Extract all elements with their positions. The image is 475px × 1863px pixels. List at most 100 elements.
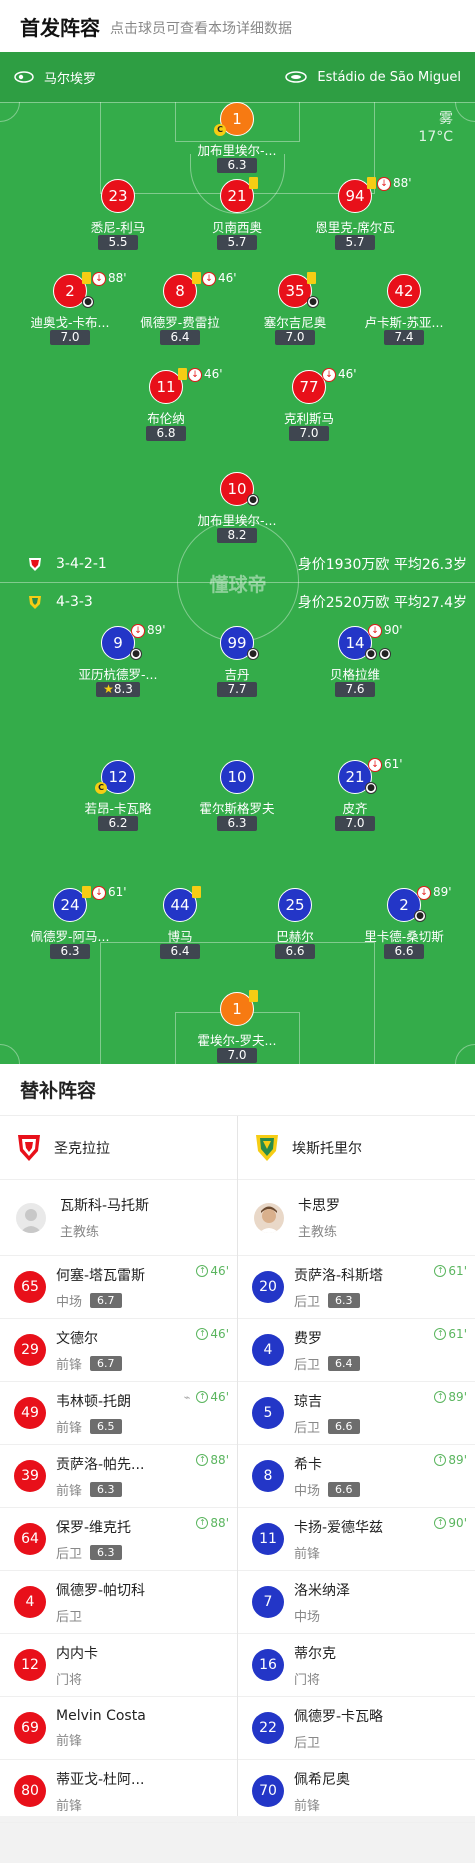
player-rating: 7.0 bbox=[335, 816, 375, 831]
away-player[interactable]: 1 霍埃尔-罗夫... 7.0 bbox=[177, 990, 297, 1064]
player-name: 博马 bbox=[167, 929, 193, 944]
home-player[interactable]: 2 ↓ 88' ● 迪奥戈-卡布... 7.0 bbox=[10, 271, 130, 348]
away-crest-icon bbox=[256, 1134, 278, 1161]
match-info-bar: 马尔埃罗 Estádio de São Miguel bbox=[0, 52, 475, 102]
sub-in-icon: ↑ bbox=[196, 1328, 209, 1340]
away-player[interactable]: 9 ↓ 89' ● 亚历杭德罗-... ★8.3 bbox=[58, 623, 178, 700]
sub-player-row[interactable]: 7 洛米纳泽 中场 bbox=[238, 1571, 475, 1634]
home-player[interactable]: 23 悉尼-利马 5.5 bbox=[58, 179, 178, 253]
sub-player-row[interactable]: 20 贡萨洛-科斯塔 后卫 6.3 ↑ 61' bbox=[238, 1256, 475, 1319]
pitch: 马尔埃罗 Estádio de São Miguel 雾 17°C 懂球帝 3-… bbox=[0, 52, 475, 1064]
away-formation-row: 4-3-3 身价2520万欧 平均27.4岁 bbox=[0, 590, 475, 614]
away-player[interactable]: 24 ↓ 61' 佩德罗-阿马... 6.3 bbox=[10, 885, 130, 962]
weather-condition: 雾 bbox=[439, 111, 453, 127]
sub-player-row[interactable]: 5 琼吉 后卫 6.6 ↑ 89' bbox=[238, 1382, 475, 1445]
sub-player-row[interactable]: 39 贡萨洛-帕先... 前锋 6.3 ↑ 88' bbox=[0, 1445, 237, 1508]
sub-player-row[interactable]: 70 佩希尼奥 前锋 bbox=[238, 1760, 475, 1823]
player-position: 中场 bbox=[56, 1294, 83, 1310]
home-player[interactable]: 94 ↓ 88' 恩里克-席尔瓦 5.7 bbox=[295, 176, 415, 253]
sub-in-info: ↑ 61' bbox=[434, 1264, 467, 1278]
player-rating: 6.6 bbox=[275, 944, 315, 959]
player-rating: 5.7 bbox=[217, 235, 257, 250]
player-name: 迪奥戈-卡布... bbox=[30, 315, 110, 330]
player-number: 25 bbox=[278, 888, 312, 922]
away-squad-value: 身价2520万欧 平均27.4岁 bbox=[297, 595, 467, 611]
player-position: 前锋 bbox=[56, 1798, 83, 1814]
home-player[interactable]: 77 ↓ 46' 克利斯马 7.0 bbox=[249, 367, 369, 444]
sub-in-minute: 46' bbox=[210, 1390, 229, 1404]
player-position: 后卫 bbox=[294, 1357, 321, 1373]
sub-player-row[interactable]: 4 费罗 后卫 6.4 ↑ 61' bbox=[238, 1319, 475, 1382]
away-player[interactable]: 21 ↓ 61' ● 皮齐 7.0 bbox=[295, 757, 415, 834]
sub-player-row[interactable]: 29 文德尔 前锋 6.7 ↑ 46' bbox=[0, 1319, 237, 1382]
away-player[interactable]: 10 霍尔斯格罗夫 6.3 bbox=[177, 760, 297, 834]
home-player[interactable]: 35 ● 塞尔吉尼奥 7.0 bbox=[235, 272, 355, 348]
sub-player-row[interactable]: 12 内内卡 门将 bbox=[0, 1634, 237, 1697]
sub-in-info: ⌁ ↑ 46' bbox=[184, 1390, 229, 1404]
venue-name: Estádio de São Miguel bbox=[317, 69, 461, 85]
player-name: 卢卡斯-苏亚... bbox=[364, 315, 444, 330]
sub-player-row[interactable]: 4 佩德罗-帕切科 后卫 bbox=[0, 1571, 237, 1634]
sub-player-row[interactable]: 16 蒂尔克 门将 bbox=[238, 1634, 475, 1697]
yellow-card-icon bbox=[249, 990, 258, 1002]
sub-player-row[interactable]: 64 保罗-维克托 后卫 6.3 ↑ 88' bbox=[0, 1508, 237, 1571]
sub-player-row[interactable]: 65 何塞-塔瓦雷斯 中场 6.7 ↑ 46' bbox=[0, 1256, 237, 1319]
corner-arc-bl bbox=[0, 1044, 20, 1064]
sub-player-row[interactable]: 80 蒂亚戈-杜阿... 前锋 bbox=[0, 1760, 237, 1823]
player-name: 里卡德-桑切斯 bbox=[364, 929, 444, 944]
away-player[interactable]: 25 巴赫尔 6.6 bbox=[235, 888, 355, 962]
home-player[interactable]: 8 ↓ 46' 佩德罗-费雷拉 6.4 bbox=[120, 271, 240, 348]
player-name: 贡萨洛-帕先... bbox=[56, 1456, 145, 1473]
star-icon: ★ bbox=[103, 682, 114, 696]
player-name: 贝南西奥 bbox=[211, 220, 262, 235]
captain-icon: C bbox=[214, 124, 226, 136]
player-rating: 6.3 bbox=[90, 1544, 122, 1560]
sub-in-minute: 90' bbox=[448, 1516, 467, 1530]
away-player[interactable]: 44 博马 6.4 bbox=[120, 886, 240, 962]
home-team-row[interactable]: 圣克拉拉 bbox=[0, 1116, 237, 1180]
sub-in-info: ↑ 61' bbox=[434, 1327, 467, 1341]
player-name: 佩德罗-卡瓦略 bbox=[294, 1708, 384, 1725]
player-rating: 6.3 bbox=[217, 158, 257, 173]
home-player[interactable]: 42 卢卡斯-苏亚... 7.4 bbox=[344, 274, 464, 348]
player-name: 蒂尔克 bbox=[294, 1645, 336, 1662]
player-name: 佩德罗-帕切科 bbox=[56, 1582, 146, 1599]
home-player[interactable]: 11 ↓ 46' 布伦纳 6.8 bbox=[106, 367, 226, 444]
player-rating: 6.7 bbox=[90, 1292, 122, 1308]
sub-player-row[interactable]: 69 Melvin Costa 前锋 bbox=[0, 1697, 237, 1760]
sub-in-info: ↑ 46' bbox=[196, 1264, 229, 1278]
player-rating: 8.2 bbox=[217, 528, 257, 543]
sub-in-minute: 89' bbox=[448, 1390, 467, 1404]
sub-player-row[interactable]: 11 卡扬-爱德华兹 前锋 ↑ 90' bbox=[238, 1508, 475, 1571]
player-name: 佩希尼奥 bbox=[294, 1771, 350, 1788]
player-position: 后卫 bbox=[294, 1420, 321, 1436]
sub-minute: 46' bbox=[218, 271, 237, 285]
away-player[interactable]: 2 ↓ 89' ● 里卡德-桑切斯 6.6 bbox=[344, 885, 464, 962]
home-player[interactable]: 10 ● 加布里埃尔-... 8.2 bbox=[177, 472, 297, 546]
sub-player-row[interactable]: 8 希卡 中场 6.6 ↑ 89' bbox=[238, 1445, 475, 1508]
away-coach[interactable]: 卡思罗 主教练 bbox=[238, 1180, 475, 1256]
player-position: 后卫 bbox=[56, 1609, 83, 1625]
sub-in-icon: ↑ bbox=[434, 1328, 447, 1340]
player-name: 霍埃尔-罗夫... bbox=[197, 1033, 277, 1048]
home-player[interactable]: 21 贝南西奥 5.7 bbox=[177, 177, 297, 253]
player-position: 前锋 bbox=[56, 1357, 83, 1373]
away-player[interactable]: 14 ↓ 90' ● ● 贝格拉维 7.6 bbox=[295, 623, 415, 700]
home-player[interactable]: 1 C 加布里埃尔-... 6.3 bbox=[177, 102, 297, 176]
coach-name: 瓦斯科-马托斯 bbox=[60, 1198, 150, 1214]
away-player[interactable]: 99 ● 吉丹 7.7 bbox=[177, 626, 297, 700]
yellow-card-icon bbox=[192, 886, 201, 898]
away-player[interactable]: 12 C 若昂-卡瓦略 6.2 bbox=[58, 760, 178, 834]
player-rating: 6.3 bbox=[90, 1481, 122, 1497]
subs-panel: 圣克拉拉 瓦斯科-马托斯 主教练 65 何塞-塔瓦雷斯 中场 6.7 ↑ 46' 29 文德尔… bbox=[0, 1116, 475, 1823]
sub-in-icon: ↑ bbox=[196, 1265, 209, 1277]
home-coach[interactable]: 瓦斯科-马托斯 主教练 bbox=[0, 1180, 237, 1256]
player-rating: 7.0 bbox=[217, 1048, 257, 1063]
player-rating: 6.3 bbox=[50, 944, 90, 959]
sub-player-row[interactable]: 49 韦林顿-托朗 前锋 6.5 ⌁ ↑ 46' bbox=[0, 1382, 237, 1445]
sub-player-row[interactable]: 22 佩德罗-卡瓦略 后卫 bbox=[238, 1697, 475, 1760]
player-name: 塞尔吉尼奥 bbox=[263, 315, 327, 330]
sub-in-info: ↑ 90' bbox=[434, 1516, 467, 1530]
yellow-card-icon bbox=[178, 368, 187, 380]
away-team-row[interactable]: 埃斯托里尔 bbox=[238, 1116, 475, 1180]
